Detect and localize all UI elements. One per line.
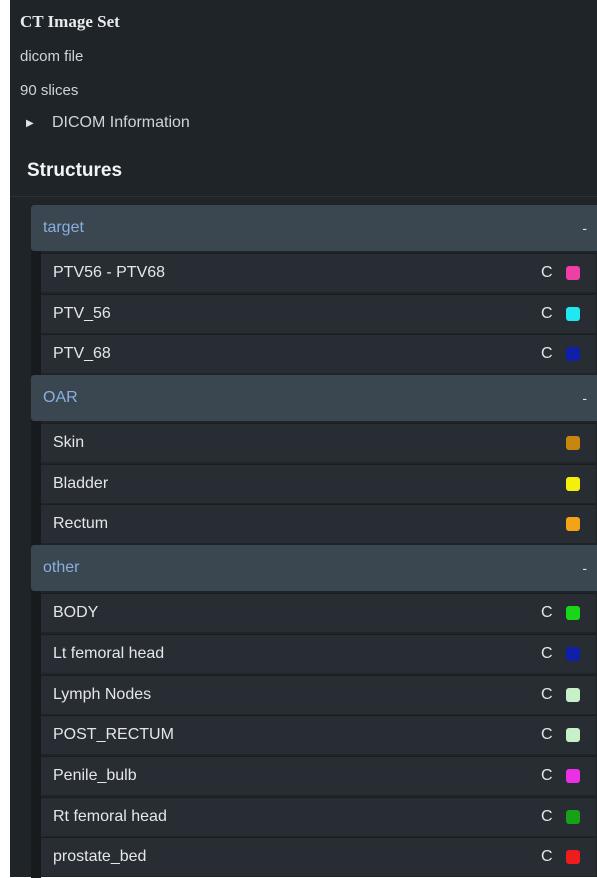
group-header-oar[interactable]: OAR -: [31, 375, 597, 422]
color-swatch[interactable]: [566, 476, 580, 491]
structure-row[interactable]: Penile_bulb C: [41, 755, 596, 795]
contour-toggle[interactable]: C: [541, 264, 553, 282]
color-swatch[interactable]: [566, 728, 580, 743]
group-header-target[interactable]: target -: [31, 205, 597, 251]
group-name: target: [43, 219, 84, 236]
structure-name: prostate_bed: [53, 848, 147, 866]
structure-name: Lt femoral head: [53, 644, 165, 662]
structure-row[interactable]: Rectum: [41, 504, 596, 544]
contour-toggle[interactable]: C: [541, 604, 553, 622]
structure-row[interactable]: Skin: [41, 423, 596, 463]
collapse-button[interactable]: -: [582, 390, 587, 406]
color-swatch[interactable]: [566, 809, 580, 824]
image-set-title: CT Image Set: [20, 12, 120, 31]
group-name: other: [43, 559, 80, 577]
dicom-information-label: DICOM Information: [52, 114, 190, 131]
collapse-button[interactable]: -: [582, 560, 587, 576]
structure-name: PTV56 - PTV68: [53, 264, 166, 281]
contour-toggle[interactable]: C: [541, 808, 553, 826]
contour-toggle[interactable]: C: [541, 848, 553, 866]
structure-row[interactable]: Lt femoral head C: [41, 633, 596, 673]
structure-name: Rt femoral head: [53, 807, 167, 825]
contour-toggle[interactable]: C: [541, 686, 553, 704]
structure-row[interactable]: POST_RECTUM C: [41, 715, 596, 755]
color-swatch[interactable]: [566, 266, 580, 280]
color-swatch[interactable]: [566, 687, 580, 702]
structure-row[interactable]: Lymph Nodes C: [41, 674, 596, 714]
structure-row[interactable]: BODY C: [41, 593, 596, 633]
structures-heading: Structures: [27, 160, 123, 181]
contour-toggle[interactable]: C: [541, 767, 553, 785]
structure-row[interactable]: Bladder: [41, 463, 596, 503]
color-swatch[interactable]: [566, 850, 580, 865]
structure-name: Penile_bulb: [53, 766, 137, 784]
structure-name: PTV_68: [53, 345, 111, 363]
color-swatch[interactable]: [566, 436, 580, 451]
image-set-panel: CT Image Set dicom file 90 slices ▶ DICO…: [10, 0, 597, 878]
structure-row[interactable]: PTV_56 C: [41, 293, 596, 333]
structure-name: Bladder: [53, 474, 109, 492]
structure-row[interactable]: PTV_68 C: [41, 334, 596, 374]
color-swatch[interactable]: [566, 768, 580, 783]
contour-toggle[interactable]: C: [541, 305, 553, 323]
structure-name: Skin: [53, 434, 85, 452]
color-swatch[interactable]: [566, 306, 580, 321]
contour-toggle[interactable]: C: [541, 345, 553, 363]
contour-toggle[interactable]: C: [541, 645, 553, 663]
structure-name: POST_RECTUM: [53, 726, 174, 744]
file-type-label: dicom file: [20, 48, 84, 65]
group-name: OAR: [43, 389, 78, 407]
color-swatch[interactable]: [566, 517, 580, 532]
section-divider: [10, 196, 597, 197]
structure-row[interactable]: PTV56 - PTV68 C: [41, 253, 596, 292]
structure-list: target - PTV56 - PTV68 C PTV_56 C PTV_68 C OAR - S…: [31, 205, 597, 878]
group-header-other[interactable]: other -: [31, 545, 597, 592]
structure-name: Rectum: [53, 515, 109, 533]
color-swatch[interactable]: [566, 347, 580, 362]
contour-toggle[interactable]: C: [541, 726, 553, 744]
slice-count-label: 90 slices: [20, 82, 79, 99]
color-swatch[interactable]: [566, 606, 580, 621]
expand-triangle-icon: ▶: [26, 117, 34, 129]
structure-row[interactable]: prostate_bed C: [41, 837, 596, 877]
structure-row[interactable]: Rt femoral head C: [41, 796, 596, 836]
dicom-information-toggle[interactable]: ▶ DICOM Information: [26, 114, 190, 132]
color-swatch[interactable]: [566, 646, 580, 661]
collapse-button[interactable]: -: [582, 220, 587, 236]
structure-name: PTV_56: [53, 304, 111, 322]
structure-name: BODY: [53, 604, 99, 622]
structure-name: Lymph Nodes: [53, 685, 152, 703]
